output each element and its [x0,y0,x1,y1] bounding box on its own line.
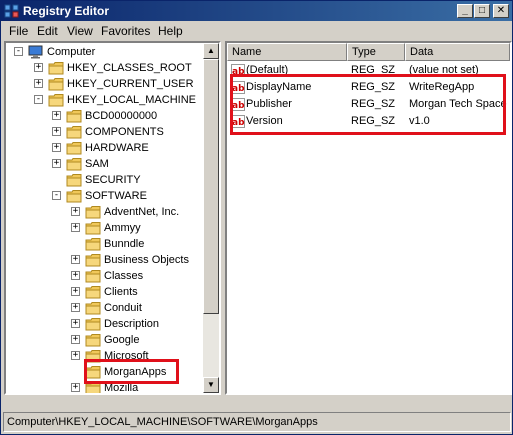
collapse-icon[interactable]: - [34,95,43,104]
tree-item-label: SECURITY [85,174,141,186]
folder-icon [66,190,82,203]
computer-icon [28,45,43,59]
tree-item-label: Ammyy [104,222,141,234]
folder-icon [85,254,101,267]
menu-bar: File Edit View Favorites Help [1,21,512,41]
folder-icon [85,318,101,331]
tree-item-label: COMPONENTS [85,126,164,138]
expand-icon[interactable]: + [71,223,80,232]
tree-item-label: HKEY_LOCAL_MACHINE [67,94,196,106]
scroll-thumb[interactable] [203,59,219,314]
column-header-data[interactable]: Data [405,43,510,61]
registry-editor-icon [4,4,19,18]
collapse-icon[interactable]: - [14,47,23,56]
folder-icon [48,78,64,91]
tree-item-label: Conduit [104,302,142,314]
folder-icon [85,206,101,219]
expand-icon[interactable]: + [71,303,80,312]
folder-icon [66,158,82,171]
tree-item-label: Google [104,334,140,346]
expand-icon[interactable]: + [34,63,43,72]
folder-icon [66,126,82,139]
expand-icon[interactable]: + [71,287,80,296]
maximize-button[interactable]: □ [474,4,490,18]
status-bar: Computer\HKEY_LOCAL_MACHINE\SOFTWARE\Mor… [3,412,511,432]
menu-help[interactable]: Help [158,24,183,38]
tree-item-label: Computer [47,46,96,58]
tree-item-label: Clients [104,286,138,298]
key-highlight-box [84,359,179,384]
values-highlight-box [230,74,506,135]
tree-item-label: SAM [85,158,109,170]
expand-icon[interactable]: + [71,319,80,328]
scroll-up-icon[interactable]: ▲ [203,43,219,59]
folder-icon [85,302,101,315]
tree-item-label: Description [104,318,160,330]
close-button[interactable]: ✕ [493,4,509,18]
column-header-type[interactable]: Type [347,43,405,61]
menu-view[interactable]: View [67,24,93,38]
tree-item-label: HARDWARE [85,142,149,154]
folder-icon [85,222,101,235]
expand-icon[interactable]: + [71,351,80,360]
expand-icon[interactable]: + [71,383,80,392]
menu-favorites[interactable]: Favorites [101,24,150,38]
tree-scrollbar[interactable]: ▲ ▼ [203,43,219,393]
menu-file[interactable]: File [9,24,28,38]
tree-item-label: SOFTWARE [85,190,147,202]
collapse-icon[interactable]: - [52,191,61,200]
folder-icon [66,174,82,187]
title-bar[interactable]: Registry Editor _ □ ✕ [1,1,512,21]
expand-icon[interactable]: + [71,271,80,280]
minimize-button[interactable]: _ [457,4,473,18]
expand-icon[interactable]: + [52,111,61,120]
folder-icon [66,142,82,155]
expand-icon[interactable]: + [71,255,80,264]
tree-item-label: HKEY_CURRENT_USER [67,78,194,90]
expand-icon[interactable]: + [52,143,61,152]
tree-item-label: Classes [104,270,144,282]
expand-icon[interactable]: + [71,207,80,216]
expand-icon[interactable]: + [52,127,61,136]
registry-tree[interactable]: ▲ ▼ - Computer + HKEY_CLASSES_ROOT + HKEY_CUR… [4,41,221,395]
folder-icon [48,62,64,75]
expand-icon[interactable]: + [34,79,43,88]
folder-icon [85,238,101,251]
folder-icon [48,94,64,107]
column-header-name[interactable]: Name [227,43,347,61]
folder-icon [85,270,101,283]
expand-icon[interactable]: + [71,335,80,344]
tree-item-label: Business Objects [104,254,189,266]
menu-edit[interactable]: Edit [37,24,58,38]
folder-icon [85,286,101,299]
folder-icon [85,334,101,347]
folder-icon [66,110,82,123]
window-title: Registry Editor [23,4,110,18]
tree-item-label: Bunndle [104,238,145,250]
tree-item-label: HKEY_CLASSES_ROOT [67,62,192,74]
registry-editor-window: Registry Editor _ □ ✕ File Edit View Fav… [0,0,513,435]
tree-item-label: BCD00000000 [85,110,158,122]
scroll-down-icon[interactable]: ▼ [203,377,219,393]
expand-icon[interactable]: + [52,159,61,168]
tree-item-label: AdventNet, Inc. [104,206,180,218]
